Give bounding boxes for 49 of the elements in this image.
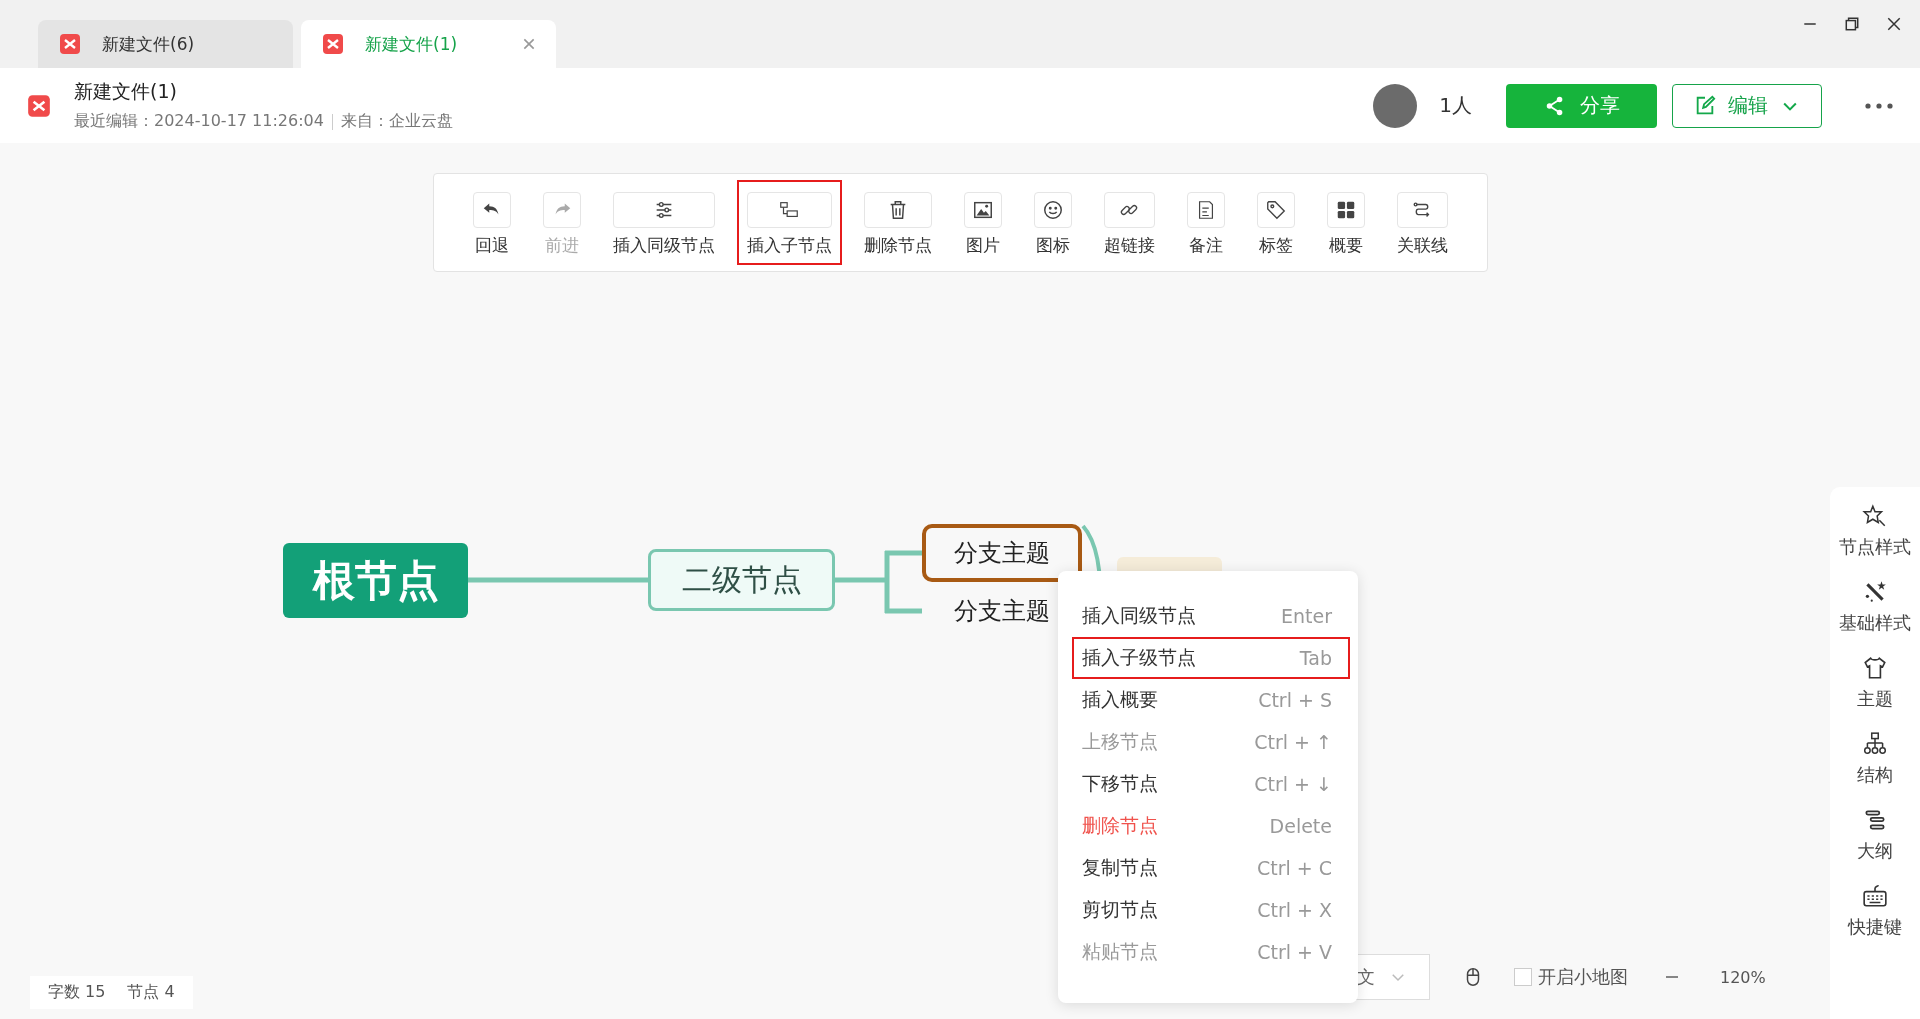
collaborator-count: 1人 xyxy=(1439,92,1472,119)
toolbar-button[interactable]: 删除节点 xyxy=(853,180,942,265)
restore-icon[interactable] xyxy=(1844,16,1860,32)
last-edited-text: 最近编辑：2024-10-17 11:26:04 xyxy=(74,111,324,132)
file-icon xyxy=(321,32,345,56)
source-text: 来自：企业云盘 xyxy=(340,111,453,132)
file-icon xyxy=(26,92,52,119)
document-title: 新建文件(1) xyxy=(74,79,178,104)
side-panel-button[interactable]: 基础样式 xyxy=(1839,579,1911,635)
keyboard-icon xyxy=(1862,883,1888,909)
toolbar-button[interactable]: 插入子节点 xyxy=(736,180,842,265)
word-count: 字数 15 xyxy=(48,982,106,1003)
document-tab[interactable]: 新建文件(6) xyxy=(38,20,293,68)
toolbar-button[interactable]: 回退 xyxy=(462,180,521,265)
side-panel-button[interactable]: 快捷键 xyxy=(1848,883,1902,939)
image-icon xyxy=(971,199,994,221)
side-panel-button[interactable]: 结构 xyxy=(1857,731,1893,787)
tag-icon xyxy=(1264,199,1287,221)
side-panel-button[interactable]: 主题 xyxy=(1857,655,1893,711)
toolbar-button[interactable]: 关联线 xyxy=(1386,180,1458,265)
smiley-icon xyxy=(1041,199,1064,221)
toolbar-button[interactable]: 概要 xyxy=(1316,180,1375,265)
menu-item[interactable]: 删除节点 Delete xyxy=(1072,805,1350,847)
shirt-icon xyxy=(1862,655,1888,681)
edit-icon xyxy=(1694,94,1716,117)
zoom-level: 120% xyxy=(1720,967,1766,987)
toolbar-button[interactable]: 标签 xyxy=(1246,180,1305,265)
node-count: 节点 4 xyxy=(127,982,175,1003)
more-icon[interactable] xyxy=(1864,101,1894,110)
side-panel-button[interactable]: 节点样式 xyxy=(1839,503,1911,559)
toolbar-button[interactable]: 图标 xyxy=(1023,180,1082,265)
toolbar-button[interactable]: 图片 xyxy=(953,180,1012,265)
close-icon[interactable] xyxy=(1886,16,1902,32)
checkbox[interactable] xyxy=(1514,968,1532,986)
menu-item[interactable]: 复制节点 Ctrl + C xyxy=(1072,847,1350,889)
menu-item[interactable]: 插入子级节点 Tab xyxy=(1072,637,1350,679)
menu-item[interactable]: 剪切节点 Ctrl + X xyxy=(1072,889,1350,931)
toolbar-button[interactable]: 备注 xyxy=(1176,180,1235,265)
toolbar-button[interactable]: 超链接 xyxy=(1093,180,1165,265)
file-icon xyxy=(58,32,82,56)
menu-item[interactable]: 插入概要 Ctrl + S xyxy=(1072,679,1350,721)
menu-item[interactable]: 下移节点 Ctrl + ↓ xyxy=(1072,763,1350,805)
toolbar-button[interactable]: 插入同级节点 xyxy=(602,180,725,265)
hierarchy-icon xyxy=(1862,731,1888,757)
side-panel-button[interactable]: 大纲 xyxy=(1857,807,1893,863)
menu-item[interactable]: 插入同级节点 Enter xyxy=(1072,595,1350,637)
star-wand-icon xyxy=(1862,503,1888,529)
mind-map-node[interactable]: 二级节点 xyxy=(648,549,835,611)
minimap-label: 开启小地图 xyxy=(1538,965,1628,989)
